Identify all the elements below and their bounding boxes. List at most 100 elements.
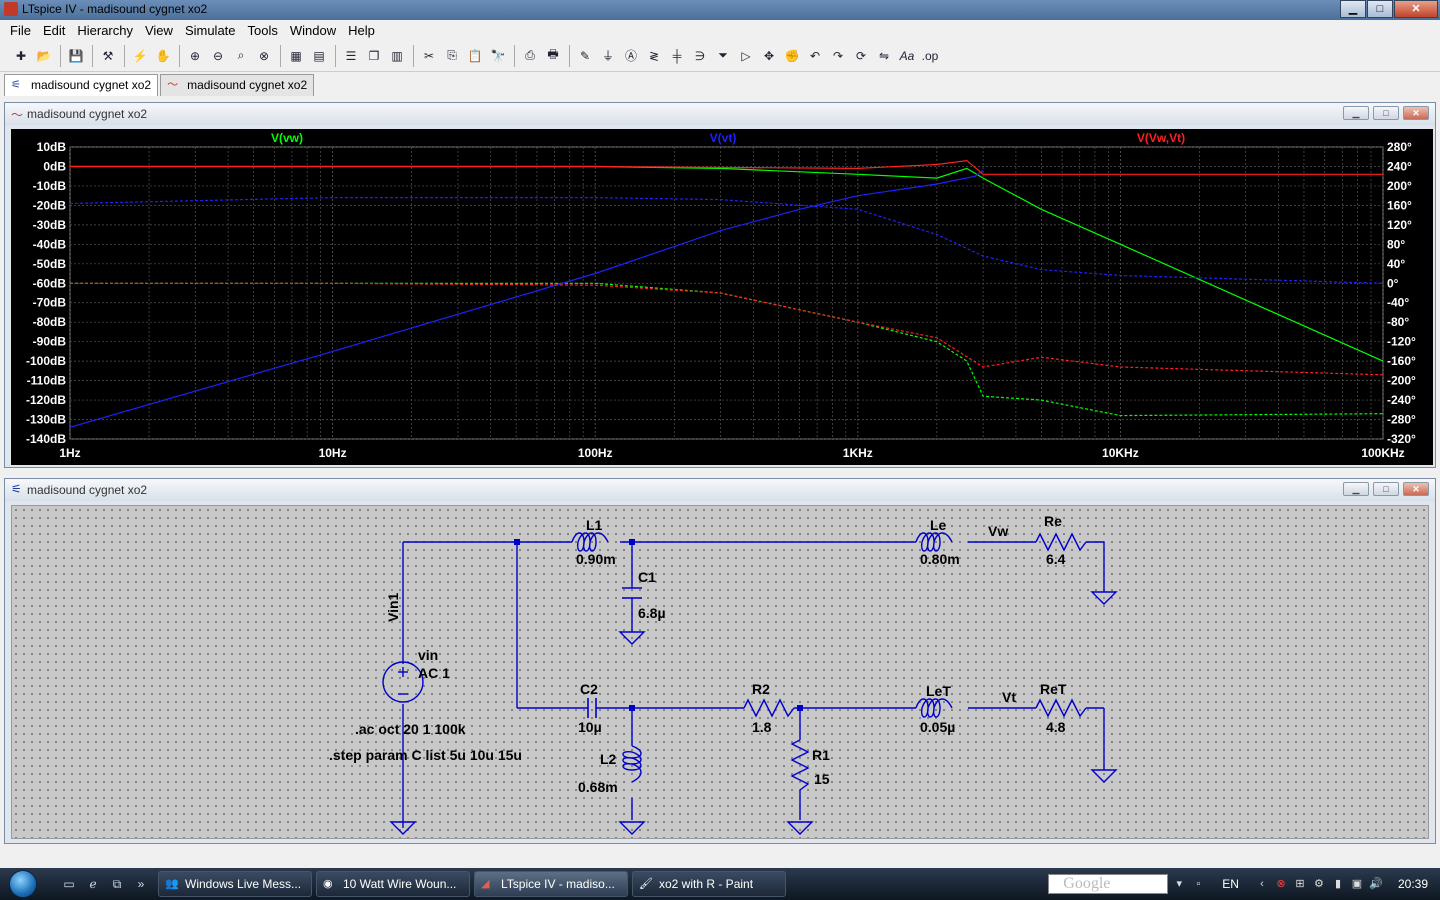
waveform-close-button[interactable]: ✕: [1403, 106, 1429, 120]
zoom-in-icon[interactable]: ⊕: [184, 45, 206, 67]
copy-icon[interactable]: ⎘: [441, 45, 463, 67]
google-search-input[interactable]: Google: [1048, 874, 1169, 894]
inductor-Le-symbol[interactable]: [915, 532, 953, 552]
text-icon[interactable]: Aa: [896, 45, 918, 67]
resistor-Re-symbol[interactable]: [1035, 532, 1087, 552]
network-icon[interactable]: ⊞: [1292, 876, 1308, 892]
wire-icon[interactable]: ✎: [574, 45, 596, 67]
run-icon[interactable]: ⚡: [129, 45, 151, 67]
ie-icon[interactable]: ℯ: [84, 875, 102, 893]
minimize-button[interactable]: ▁: [1340, 0, 1366, 18]
redo-icon[interactable]: ↷: [827, 45, 849, 67]
bode-plot-svg[interactable]: 10dB 280° 0dB 240° -10dB 200° -20dB 160° -30dB 12…: [11, 129, 1433, 465]
resistor-ReT-symbol[interactable]: [1035, 698, 1087, 718]
taskbar-ltspice[interactable]: ◢ LTspice IV - madiso...: [474, 871, 628, 897]
switch-windows-icon[interactable]: ⧉: [108, 875, 126, 893]
taskbar-messenger[interactable]: 👥 Windows Live Mess...: [158, 871, 312, 897]
maximize-button[interactable]: □: [1367, 0, 1393, 18]
net-label-vin1[interactable]: Vin1: [385, 592, 401, 622]
save-icon[interactable]: 💾: [65, 45, 87, 67]
schematic-window-titlebar[interactable]: ⚟ madisound cygnet xo2 ▁ □ ✕: [5, 479, 1435, 501]
menu-file[interactable]: File: [4, 20, 37, 40]
step-directive[interactable]: .step param C list 5u 10u 15u: [329, 747, 522, 763]
menu-help[interactable]: Help: [342, 20, 381, 40]
print-icon[interactable]: 🖶: [542, 45, 564, 67]
menu-edit[interactable]: Edit: [37, 20, 71, 40]
zoom-area-icon[interactable]: ⌕: [230, 45, 252, 67]
waveform-window-titlebar[interactable]: 〜 madisound cygnet xo2 ▁ □ ✕: [5, 103, 1435, 125]
inductor-LeT-symbol[interactable]: [915, 698, 953, 718]
y-tick-label-left: 10dB: [37, 140, 67, 154]
paste-icon[interactable]: 📋: [464, 45, 486, 67]
rotate-icon[interactable]: ⟳: [850, 45, 872, 67]
net-label-vw[interactable]: Vw: [988, 523, 1008, 539]
autoscale-icon[interactable]: ▦: [285, 45, 307, 67]
language-indicator[interactable]: EN: [1222, 877, 1239, 891]
inductor-L2-symbol[interactable]: [622, 745, 642, 783]
new-schematic-icon[interactable]: ✚: [10, 45, 32, 67]
schematic-minimize-button[interactable]: ▁: [1343, 482, 1369, 496]
control-panel-icon[interactable]: ⚒: [97, 45, 119, 67]
minimize-toolbar-icon[interactable]: ▫: [1190, 876, 1206, 892]
zoom-out-icon[interactable]: ⊖: [207, 45, 229, 67]
capacitor-C2-symbol[interactable]: [587, 698, 597, 718]
volume-icon[interactable]: 🔊: [1368, 876, 1384, 892]
tab-waveform[interactable]: 〜 madisound cygnet xo2: [160, 74, 315, 96]
tab-schematic[interactable]: ⚟ madisound cygnet xo2: [4, 74, 159, 96]
print-preview-icon[interactable]: ⎙: [519, 45, 541, 67]
inductor-L1-symbol[interactable]: [571, 532, 609, 552]
cut-icon[interactable]: ✂: [418, 45, 440, 67]
menu-view[interactable]: View: [139, 20, 179, 40]
device-icon[interactable]: ⚙: [1311, 876, 1327, 892]
resistor-R1-symbol[interactable]: [790, 739, 810, 791]
schematic-close-button[interactable]: ✕: [1403, 482, 1429, 496]
inductor-icon[interactable]: ∋: [689, 45, 711, 67]
move-icon[interactable]: ✥: [758, 45, 780, 67]
halt-icon[interactable]: ✋: [152, 45, 174, 67]
open-icon[interactable]: 📂: [33, 45, 55, 67]
label-icon[interactable]: Ⓐ: [620, 45, 642, 67]
taskbar-chrome[interactable]: ◉ 10 Watt Wire Woun...: [316, 871, 470, 897]
taskbar-paint[interactable]: 🖌 xo2 with R - Paint: [632, 871, 786, 897]
show-desktop-icon[interactable]: ▭: [60, 875, 78, 893]
mirror-icon[interactable]: ⇋: [873, 45, 895, 67]
schematic-maximize-button[interactable]: □: [1373, 482, 1399, 496]
capacitor-icon[interactable]: ╪: [666, 45, 688, 67]
schematic-svg[interactable]: L1 0.90m C1 6.8µ Le 0.80m Re 6.4 C2 10µ …: [12, 506, 1430, 840]
waveform-maximize-button[interactable]: □: [1373, 106, 1399, 120]
more-icon[interactable]: »: [132, 875, 150, 893]
tile-vertical-icon[interactable]: ▥: [386, 45, 408, 67]
battery-icon[interactable]: ▮: [1330, 876, 1346, 892]
clock[interactable]: 20:39: [1398, 877, 1428, 891]
start-button[interactable]: [0, 868, 46, 900]
find-icon[interactable]: 🔭: [487, 45, 509, 67]
component-icon[interactable]: ▷: [735, 45, 757, 67]
close-button[interactable]: ✕: [1394, 0, 1438, 18]
waveform-minimize-button[interactable]: ▁: [1343, 106, 1369, 120]
schematic-canvas[interactable]: L1 0.90m C1 6.8µ Le 0.80m Re 6.4 C2 10µ …: [11, 505, 1429, 839]
ground-icon[interactable]: ⏚: [597, 45, 619, 67]
grid-icon[interactable]: ▤: [308, 45, 330, 67]
drag-icon[interactable]: ✊: [781, 45, 803, 67]
menu-simulate[interactable]: Simulate: [179, 20, 242, 40]
resistor-icon[interactable]: ≷: [643, 45, 665, 67]
zoom-fit-icon[interactable]: ⊗: [253, 45, 275, 67]
monitor-icon[interactable]: ▣: [1349, 876, 1365, 892]
voltage-source-symbol[interactable]: [382, 661, 424, 703]
tile-horizontal-icon[interactable]: ☰: [340, 45, 362, 67]
menu-hierarchy[interactable]: Hierarchy: [71, 20, 139, 40]
spice-directive-icon[interactable]: .op: [919, 45, 941, 67]
menu-tools[interactable]: Tools: [242, 20, 284, 40]
capacitor-C1-symbol[interactable]: [622, 587, 642, 599]
antivirus-icon[interactable]: ⊗: [1273, 876, 1289, 892]
tray-expand-icon[interactable]: ‹: [1254, 876, 1270, 892]
ac-directive[interactable]: .ac oct 20 1 100k: [355, 721, 466, 737]
cascade-icon[interactable]: ❐: [363, 45, 385, 67]
diode-icon[interactable]: ⏷: [712, 45, 734, 67]
resistor-R2-symbol[interactable]: [743, 698, 795, 718]
undo-icon[interactable]: ↶: [804, 45, 826, 67]
search-dropdown-icon[interactable]: ▾: [1171, 876, 1187, 892]
menu-window[interactable]: Window: [284, 20, 342, 40]
net-label-vt[interactable]: Vt: [1002, 689, 1016, 705]
waveform-plot[interactable]: 10dB 280° 0dB 240° -10dB 200° -20dB 160° -30dB 12…: [11, 129, 1433, 465]
